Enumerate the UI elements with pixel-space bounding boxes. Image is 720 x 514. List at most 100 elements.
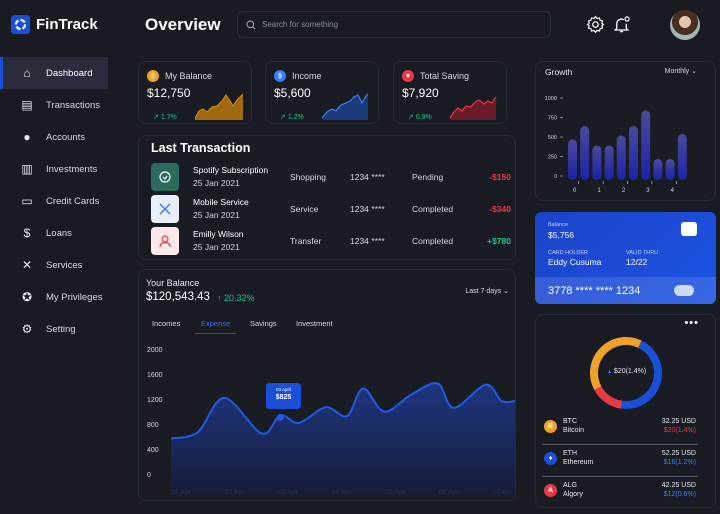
stat-card-income[interactable]: $ Income $5,600 ↗ 1.2% [265, 61, 379, 124]
coin-row[interactable]: A ALG Algory 42.25 USD $12(0.6%) [542, 479, 696, 507]
transaction-date: 25 Jan 2021 [193, 210, 240, 220]
sidebar-item-label: Dashboard [46, 67, 93, 79]
investments-icon: ▥ [21, 162, 33, 176]
person-icon [151, 227, 179, 255]
transaction-name: Mobile Service [193, 197, 249, 207]
stat-label: Income [292, 71, 322, 81]
coin-symbol: ALG [563, 482, 578, 489]
stat-card-total-saving[interactable]: ♥ Total Saving $7,920 ↗ 0.9% [393, 61, 507, 124]
y-tick-label: 1000 [545, 96, 557, 102]
user-avatar[interactable] [670, 10, 700, 40]
stat-value: $5,600 [274, 86, 311, 100]
home-icon: ⌂ [23, 66, 31, 80]
chip-icon [681, 222, 697, 236]
stat-change-value: 1.7% [160, 114, 177, 121]
coin-change: $16(1.2%) [663, 459, 696, 466]
btc-icon: B [544, 420, 557, 433]
stat-change: ↗ 1.2% [280, 114, 304, 121]
search-input[interactable] [262, 20, 536, 29]
card-holder: Eddy Cusuma [548, 257, 602, 267]
app-name: FinTrack [36, 16, 98, 33]
divider [542, 476, 698, 477]
x-tick-label: 2 [622, 188, 626, 194]
transaction-status: Completed [412, 236, 454, 246]
transaction-amount: +$780 [487, 236, 511, 246]
y-tick-label: 500 [548, 135, 557, 141]
coin-row[interactable]: ♦ ETH Ethereum 52.25 USD $16(1.2%) [542, 447, 696, 475]
alg-icon: A [544, 484, 557, 497]
spotify-icon [151, 163, 179, 191]
stat-label: Total Saving [420, 71, 470, 81]
stat-card-my-balance[interactable]: $ My Balance $12,750 ↗ 1.7% [138, 61, 252, 124]
chart-tooltip: 03 April $825 [266, 383, 301, 409]
coin-row[interactable]: B BTC Bitcoin 32.25 USD $20(1.4%) [542, 415, 696, 443]
card-valid: 12/22 [626, 257, 648, 267]
tooltip-date: 03 April [275, 387, 291, 392]
sidebar-item-services[interactable]: ✕ Services [0, 249, 108, 281]
transaction-row[interactable]: Spotify Subscription 25 Jan 2021 Shoppin… [151, 163, 511, 191]
bar [592, 145, 602, 180]
app-logo[interactable]: FinTrack [11, 15, 98, 34]
x-tick-label: 0 [573, 188, 577, 194]
bank-card[interactable]: Balance $5,756 CARD HOLDER Eddy Cusuma V… [535, 212, 716, 304]
piggy-bank-icon: ♥ [402, 70, 414, 82]
area-fill [171, 383, 515, 496]
sidebar-item-label: Credit Cards [46, 195, 100, 207]
coin-price: 52.25 USD [661, 450, 696, 457]
coin-symbol: BTC [563, 418, 577, 425]
eth-icon: ♦ [544, 452, 557, 465]
bar [641, 110, 651, 180]
bell-icon[interactable] [612, 15, 631, 34]
transaction-amount: -$340 [489, 204, 511, 214]
balance-card: Your Balance $120,543.43 ↑ 20.32% Last 7… [138, 269, 516, 501]
transaction-row[interactable]: Emilly Wilson 25 Jan 2021 Transfer 1234 … [151, 227, 511, 255]
tools-icon: ✕ [21, 258, 33, 272]
more-options-icon[interactable]: ••• [684, 317, 699, 329]
sidebar-item-label: Investments [46, 163, 98, 175]
transaction-card: 1234 **** [350, 204, 385, 214]
transaction-amount: -$150 [489, 172, 511, 182]
transaction-date: 25 Jan 2021 [193, 242, 240, 252]
sparkline [195, 93, 244, 120]
card-number: 3778 **** **** 1234 [548, 285, 641, 297]
sidebar-item-setting[interactable]: ⚙ Setting [0, 313, 108, 345]
sidebar-item-loans[interactable]: $ Loans [0, 217, 108, 249]
stat-value: $12,750 [147, 86, 191, 100]
sidebar-item-my-privileges[interactable]: ✪ My Privileges [0, 281, 108, 313]
transaction-card: 1234 **** [350, 236, 385, 246]
bar [580, 126, 590, 180]
growth-card: Growth Monthly ⌄ 0 250 500 750 1000 0 1 2 3 4 [535, 61, 716, 201]
gear-icon[interactable] [586, 15, 605, 34]
search-bar[interactable] [237, 11, 551, 38]
x-tick-label: 3 [646, 188, 650, 194]
sidebar-item-dashboard[interactable]: ⌂ Dashboard [0, 57, 108, 89]
divider [542, 444, 698, 445]
coin-name: Ethereum [563, 459, 594, 466]
sidebar-item-credit-cards[interactable]: ▭ Credit Cards [0, 185, 108, 217]
donut-center-value: $20(1.4%) [613, 368, 647, 375]
privileges-icon: ✪ [21, 290, 33, 304]
transactions-icon: ▤ [21, 98, 33, 112]
transaction-status: Completed [412, 204, 454, 214]
transaction-row[interactable]: Mobile Service 25 Jan 2021 Service 1234 … [151, 195, 511, 223]
bar [677, 133, 687, 180]
sidebar-item-label: My Privileges [46, 291, 103, 303]
up-triangle-icon: ▲ [607, 369, 612, 375]
tooltip-value: $825 [275, 394, 292, 401]
coin-symbol: ETH [563, 450, 577, 457]
stat-change: ↗ 0.9% [408, 114, 432, 121]
stat-change-value: 1.2% [287, 114, 304, 121]
sidebar-item-transactions[interactable]: ▤ Transactions [0, 89, 108, 121]
transaction-category: Shopping [290, 172, 326, 182]
sidebar-item-accounts[interactable]: ● Accounts [0, 121, 108, 153]
sidebar-item-label: Setting [46, 323, 76, 335]
loan-icon: $ [23, 226, 31, 240]
transaction-category: Transfer [290, 236, 322, 246]
stat-label: My Balance [165, 71, 213, 81]
sidebar-item-label: Transactions [46, 99, 101, 111]
sidebar-item-investments[interactable]: ▥ Investments [0, 153, 108, 185]
donut-center-label: ▲ $20(1.4%) [607, 368, 646, 375]
coin-price: 42.25 USD [661, 482, 696, 489]
coin-name: Algory [563, 491, 583, 498]
sidebar-item-label: Loans [46, 227, 72, 239]
